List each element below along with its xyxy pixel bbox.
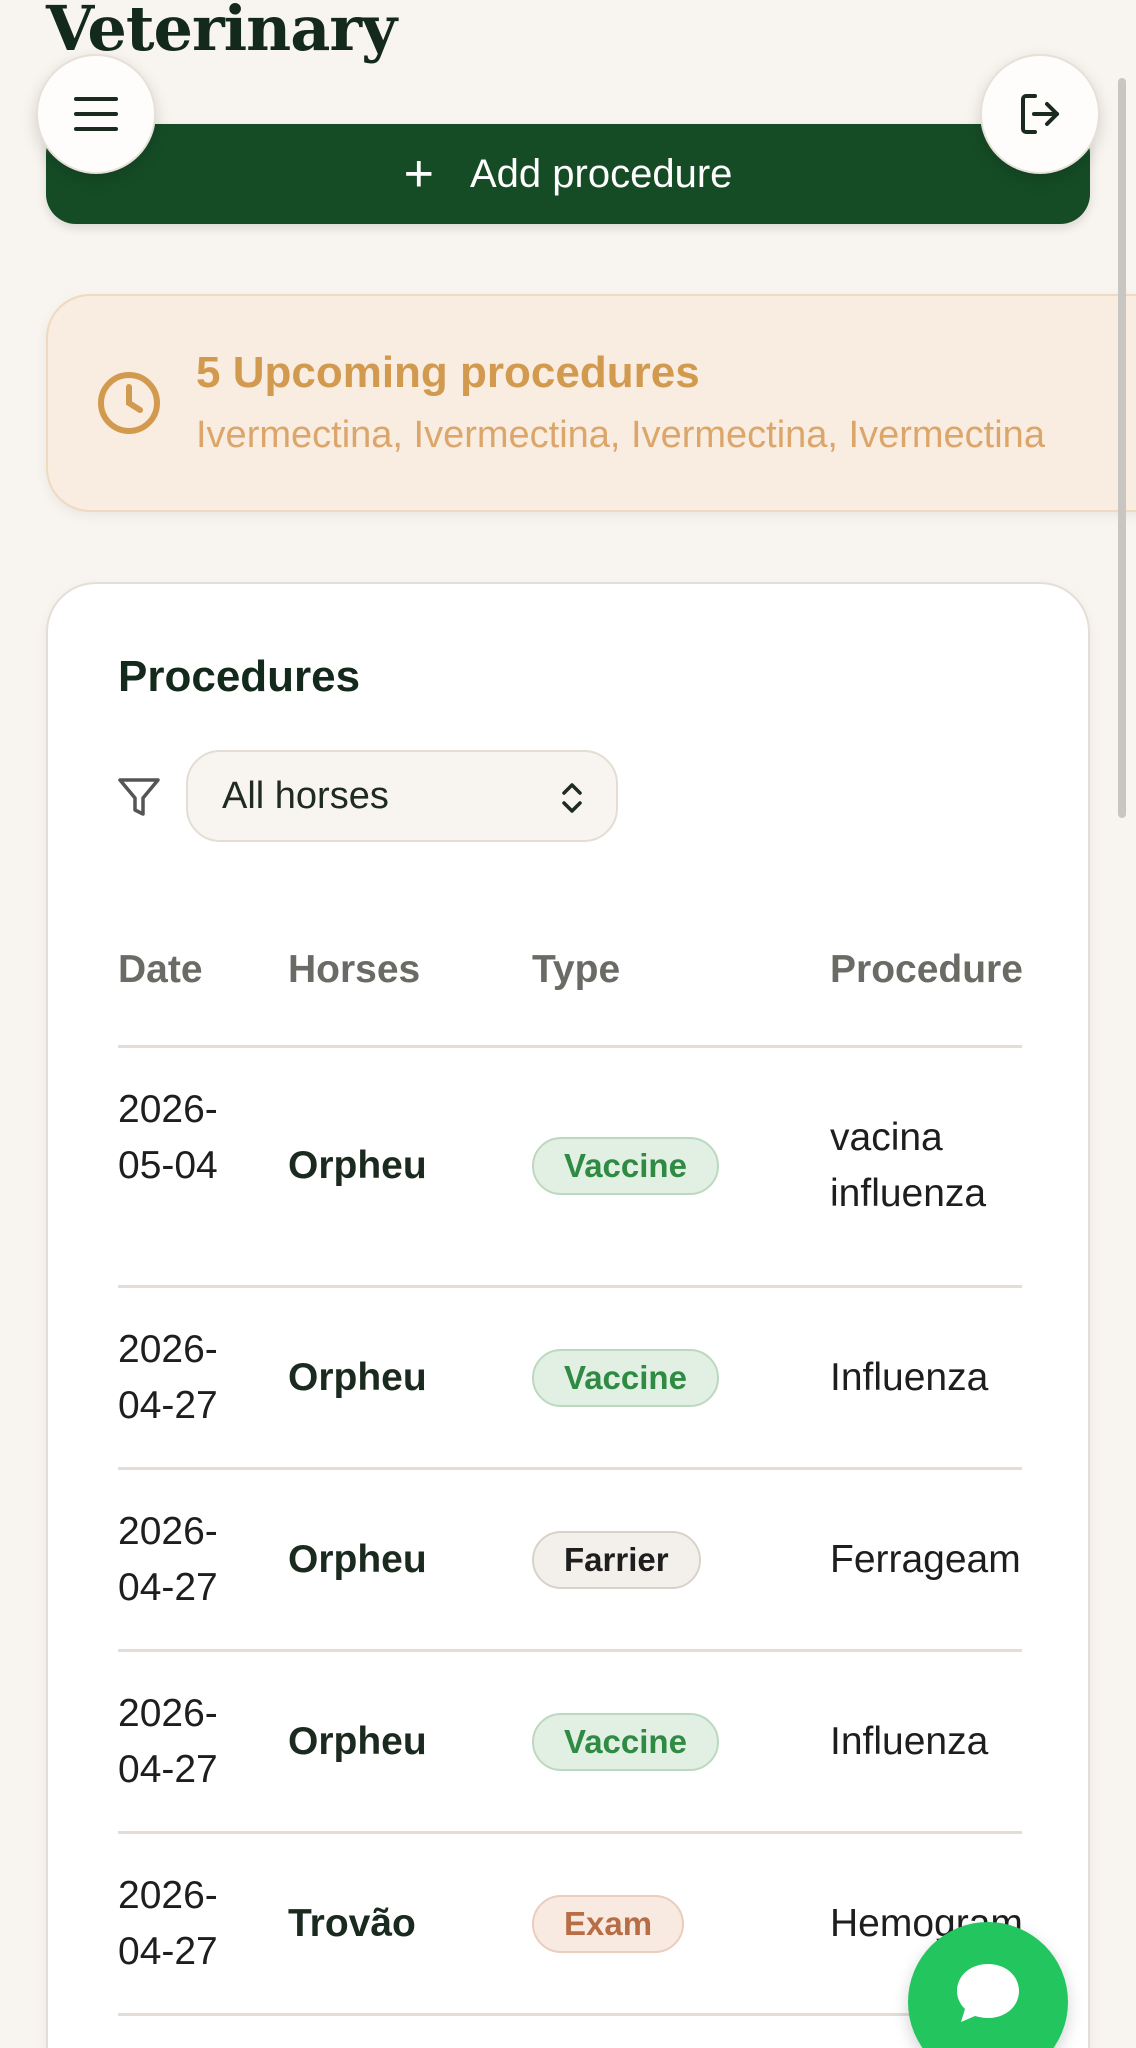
procedures-card: Procedures All horses Date Horses Type P… (46, 582, 1090, 2048)
filter-icon (118, 778, 160, 816)
table-row[interactable]: 2026-04-27 Trovão Exam Hemogram (118, 1834, 1022, 2016)
row-horse: Orpheu (288, 1356, 427, 1399)
app-screen: Veterinary + Add procedure 5 Upcoming pr… (0, 0, 1136, 2048)
logout-button[interactable] (980, 54, 1100, 174)
table-row[interactable]: 2026-04-27 Orpheu Vaccine Influenza (118, 1288, 1022, 1470)
row-procedure: Influenza (830, 1720, 989, 1763)
page-scrollbar[interactable] (1118, 78, 1126, 818)
column-header-horses[interactable]: Horses (288, 948, 420, 992)
type-badge: Vaccine (532, 1349, 719, 1407)
column-header-procedure[interactable]: Procedure (830, 948, 1022, 992)
row-horse: Orpheu (288, 1720, 427, 1763)
row-procedure: vacina influenza (830, 1116, 987, 1215)
row-date: 2026-04-27 (118, 1510, 218, 1609)
upcoming-procedures-banner[interactable]: 5 Upcoming procedures Ivermectina, Iverm… (46, 294, 1136, 512)
menu-button[interactable] (36, 54, 156, 174)
row-date: 2026-04-27 (118, 1328, 218, 1427)
logout-icon (1021, 94, 1059, 134)
row-horse: Orpheu (288, 1538, 427, 1581)
row-horse: Orpheu (288, 1144, 427, 1187)
table-header: Date Horses Type Procedure (118, 884, 1022, 1048)
horse-filter-value: All horses (222, 774, 389, 817)
row-date: 2026-04-27 (118, 1874, 218, 1973)
chat-bubble-icon (957, 1964, 1019, 2022)
upcoming-title: 5 Upcoming procedures (196, 348, 700, 397)
procedures-table: Date Horses Type Procedure 2026-05-04 Or… (118, 884, 1022, 2048)
row-procedure: Influenza (830, 1356, 989, 1399)
row-horse: Trovão (288, 1902, 416, 1945)
hamburger-menu-icon (74, 97, 118, 131)
plus-icon: + (403, 145, 434, 203)
chevron-up-down-icon (562, 783, 582, 813)
table-row[interactable]: 2026-04-27 Orpheu Farrier Ferrageam (118, 1470, 1022, 1652)
column-header-date[interactable]: Date (118, 948, 203, 992)
type-badge: Vaccine (532, 1713, 719, 1771)
row-date: 2026-05-04 (118, 1088, 218, 1187)
add-procedure-label: Add procedure (469, 151, 733, 196)
table-row[interactable]: 2026-04-27 Orpheu Vaccine Influenza (118, 1652, 1022, 1834)
type-badge: Vaccine (532, 1137, 719, 1195)
add-procedure-button[interactable]: + Add procedure (46, 124, 1090, 224)
type-badge: Farrier (532, 1531, 701, 1589)
upcoming-list: Ivermectina, Ivermectina, Ivermectina, I… (196, 414, 1045, 456)
clock-icon (98, 372, 160, 434)
row-date: 2026-04-27 (118, 1692, 218, 1791)
row-procedure: Ferrageam (830, 1538, 1021, 1581)
horse-filter-select[interactable]: All horses (186, 750, 618, 842)
column-header-type[interactable]: Type (532, 948, 620, 992)
procedures-title: Procedures (118, 652, 361, 701)
type-badge: Exam (532, 1895, 685, 1953)
table-row[interactable]: 2026-05-04 Orpheu Vaccine vacina influen… (118, 1048, 1022, 1288)
